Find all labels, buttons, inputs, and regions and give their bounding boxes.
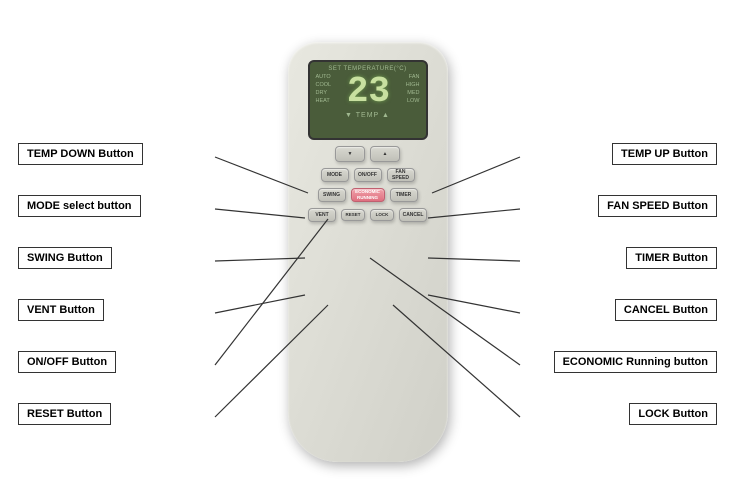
auto-label: AUTO [316,74,332,81]
mode-onoff-fan-row: MODE ON/OFF FANSPEED [298,168,438,182]
vent-reset-lock-cancel-row: VENT RESET LOCK CANCEL [298,208,438,222]
swing-label: SWING Button [18,247,112,269]
economic-label: ECONOMIC Running button [554,351,717,373]
cancel-button[interactable]: CANCEL [399,208,427,222]
lcd-display: SET TEMPERATURE(°C) AUTO COOL DRY HEAT 2… [308,60,428,140]
temp-down-label: TEMP DOWN Button [18,143,143,165]
mode-labels: AUTO COOL DRY HEAT [316,74,332,106]
temp-up-label: TEMP UP Button [612,143,717,165]
vent-button[interactable]: VENT [308,208,336,222]
med-label: MED [407,90,419,97]
reset-label: RESET Button [18,403,111,425]
mode-select-label: MODE select button [18,195,141,217]
lock-button[interactable]: LOCK [370,209,394,221]
fan-label: FAN [409,74,420,81]
temp-up-button[interactable]: ▲ [370,146,400,162]
low-label: LOW [407,98,420,105]
dry-label: DRY [316,90,332,97]
high-label: HIGH [406,82,420,89]
temp-control-label: ▼ TEMP ▲ [345,112,390,119]
economic-button[interactable]: ECONOMICRUNNING [351,188,385,202]
timer-button[interactable]: TIMER [390,188,418,202]
lock-label: LOCK Button [629,403,717,425]
fan-speed-button[interactable]: FANSPEED [387,168,415,182]
temp-display: 23 [347,74,390,110]
temp-down-button[interactable]: ▼ [335,146,365,162]
vent-label: VENT Button [18,299,104,321]
fan-speed-label: FAN SPEED Button [598,195,717,217]
onoff-button[interactable]: ON/OFF [354,168,382,182]
swing-button[interactable]: SWING [318,188,346,202]
reset-button[interactable]: RESET [341,209,365,221]
cancel-label: CANCEL Button [615,299,717,321]
swing-economic-timer-row: SWING ECONOMICRUNNING TIMER [298,188,438,202]
remote-control: SET TEMPERATURE(°C) AUTO COOL DRY HEAT 2… [288,42,448,462]
temp-buttons-row: ▼ ▲ [298,146,438,162]
mode-button[interactable]: MODE [321,168,349,182]
timer-label: TIMER Button [626,247,717,269]
cool-label: COOL [316,82,332,89]
onoff-label: ON/OFF Button [18,351,116,373]
fan-labels: FAN HIGH MED LOW [406,74,420,106]
heat-label: HEAT [316,98,332,105]
